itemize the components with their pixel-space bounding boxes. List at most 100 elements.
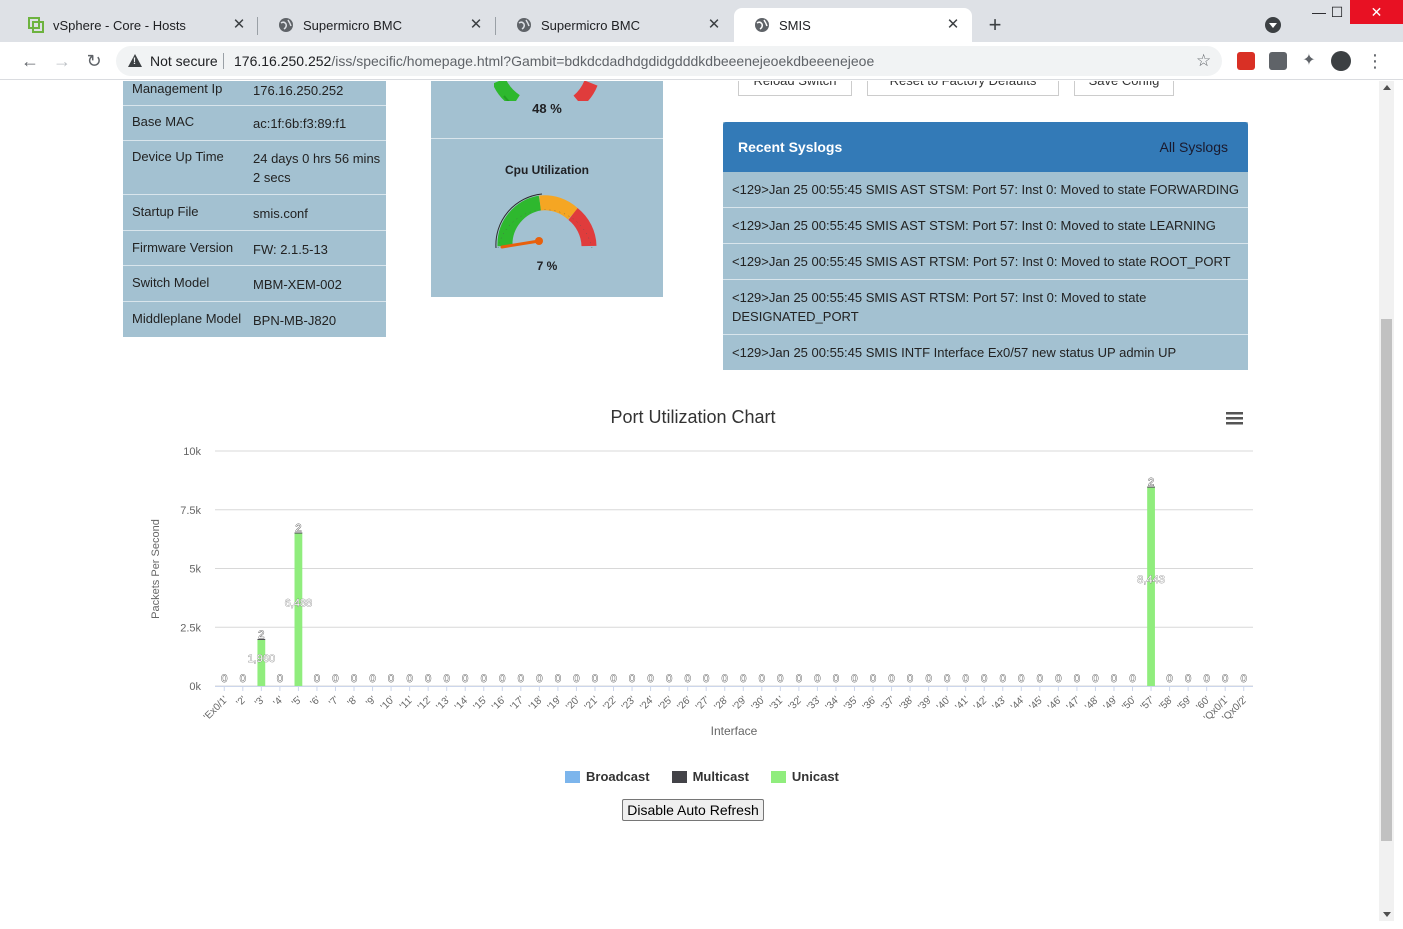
x-tick-label: '5' xyxy=(290,694,304,708)
bar-top-label: 0 xyxy=(351,673,357,685)
browser-toolbar: ← → ↻ Not secure 176.16.250.252/iss/spec… xyxy=(0,42,1403,80)
gauge-divider xyxy=(431,138,663,139)
x-tick-label: '8' xyxy=(346,694,360,708)
reload-switch-button[interactable]: Reload Switch xyxy=(738,81,852,96)
info-value: FW: 2.1.5-13 xyxy=(253,242,328,257)
chart-menu-icon[interactable] xyxy=(1226,412,1243,425)
bar-top-label: 0 xyxy=(425,673,431,685)
url-text[interactable]: 176.16.250.252/iss/specific/homepage.htm… xyxy=(234,53,874,69)
x-tick-label: '39' xyxy=(916,694,934,712)
info-row: Startup File smis.conf xyxy=(123,195,386,231)
bar-top-label: 0 xyxy=(332,673,338,685)
x-tick-label: '3' xyxy=(253,694,267,708)
bar-unicast xyxy=(294,533,303,686)
scroll-down-icon[interactable] xyxy=(1383,912,1391,917)
reload-icon[interactable]: ↻ xyxy=(83,50,105,72)
globe-icon xyxy=(516,17,532,33)
x-tick-label: '20' xyxy=(564,694,582,712)
window-close-icon[interactable]: ✕ xyxy=(1350,0,1403,24)
bar-top-label: 0 xyxy=(1185,673,1191,685)
bar-top-label: 0 xyxy=(629,673,635,685)
bar-top-label: 0 xyxy=(518,673,524,685)
close-tab-icon[interactable]: ✕ xyxy=(467,16,485,34)
tab-smis[interactable]: SMIS ✕ xyxy=(734,8,972,42)
x-tick-label: '4' xyxy=(272,694,286,708)
close-tab-icon[interactable]: ✕ xyxy=(705,16,723,34)
x-tick-label: '29' xyxy=(731,694,749,712)
bar-top-label: 0 xyxy=(240,673,246,685)
disable-auto-refresh-button[interactable]: Disable Auto Refresh xyxy=(622,799,764,821)
x-tick-label: '11' xyxy=(398,694,416,712)
scroll-thumb[interactable] xyxy=(1381,319,1392,841)
syslog-entry: <129>Jan 25 00:55:45 SMIS AST STSM: Port… xyxy=(723,208,1248,244)
x-tick-label: '44' xyxy=(1009,694,1027,712)
bar-unicast xyxy=(1147,487,1155,686)
avatar[interactable] xyxy=(1331,51,1351,71)
bar-top-label: 0 xyxy=(1092,673,1098,685)
bar-value-label: 6,488 xyxy=(285,598,313,610)
chart-grid xyxy=(215,450,1253,691)
y-tick-label: 5k xyxy=(189,564,201,576)
x-tick-label: '24' xyxy=(638,694,656,712)
extension-icon[interactable] xyxy=(1269,52,1287,70)
bar-top-label: 0 xyxy=(1074,673,1080,685)
x-tick-label: '28' xyxy=(713,694,731,712)
address-bar[interactable]: Not secure 176.16.250.252/iss/specific/h… xyxy=(116,46,1222,76)
new-tab-button[interactable]: + xyxy=(984,14,1006,36)
bookmark-star-icon[interactable]: ☆ xyxy=(1196,51,1211,71)
legend-item-unicast[interactable]: Unicast xyxy=(770,769,839,784)
x-tick-label: '33' xyxy=(805,694,823,712)
x-tick-label: '36' xyxy=(861,694,879,712)
puzzle-icon[interactable]: ✦ xyxy=(1300,52,1318,70)
legend-item-multicast[interactable]: Multicast xyxy=(671,769,749,784)
save-config-button[interactable]: Save Config xyxy=(1074,81,1174,96)
bar-top-label: 0 xyxy=(1037,673,1043,685)
x-tick-label: '9' xyxy=(364,694,378,708)
x-tick-label: '26' xyxy=(675,694,693,712)
scroll-up-icon[interactable] xyxy=(1383,85,1391,90)
bar-top-label: 0 xyxy=(1018,673,1024,685)
x-tick-label: '31' xyxy=(768,694,786,712)
x-tick-label: '42' xyxy=(972,694,990,712)
bar-top-label: 0 xyxy=(444,673,450,685)
bar-top-label: 0 xyxy=(1222,673,1228,685)
tab-supermicro-1[interactable]: Supermicro BMC ✕ xyxy=(258,8,495,42)
cpu-percent: 7 % xyxy=(536,259,558,273)
x-tick-label: '10' xyxy=(379,694,397,712)
bar-top-label: 0 xyxy=(536,673,542,685)
legend-item-broadcast[interactable]: Broadcast xyxy=(565,769,650,784)
x-tick-label: '22' xyxy=(601,694,619,712)
page-scrollbar[interactable] xyxy=(1379,81,1394,921)
close-tab-icon[interactable]: ✕ xyxy=(944,16,962,34)
tab-supermicro-2[interactable]: Supermicro BMC ✕ xyxy=(496,8,733,42)
chart-legend: Broadcast Multicast Unicast xyxy=(565,769,861,784)
syslog-entry: <129>Jan 25 00:55:45 SMIS AST RTSM: Port… xyxy=(723,244,1248,280)
x-tick-label: '17' xyxy=(509,694,527,712)
pdf-extension-icon[interactable] xyxy=(1237,52,1255,70)
x-tick-label: '41' xyxy=(953,694,971,712)
x-tick-label: '18' xyxy=(527,694,545,712)
x-tick-label: '49' xyxy=(1102,694,1120,712)
bar-top-label: 0 xyxy=(388,673,394,685)
bar-top-label: 0 xyxy=(592,673,598,685)
close-tab-icon[interactable]: ✕ xyxy=(230,16,248,34)
info-value: 176.16.250.252 xyxy=(253,83,344,98)
reset-factory-defaults-button[interactable]: Reset to Factory Defaults xyxy=(867,81,1059,96)
all-syslogs-link[interactable]: All Syslogs xyxy=(1160,139,1228,155)
menu-dots-icon[interactable]: ⋮ xyxy=(1366,52,1384,70)
forward-icon[interactable]: → xyxy=(51,50,73,72)
bar-top-label: 0 xyxy=(740,673,746,685)
x-tick-label: '57' xyxy=(1139,694,1157,712)
y-axis-title: Packets Per Second xyxy=(150,519,162,619)
tab-search-icon[interactable] xyxy=(1265,17,1281,33)
tab-title: SMIS xyxy=(779,17,811,33)
info-key: Base MAC xyxy=(132,114,195,129)
tab-vsphere[interactable]: vSphere - Core - Hosts ✕ xyxy=(8,8,258,42)
info-value: 24 days 0 hrs 56 mins 2 secs xyxy=(253,151,381,185)
x-tick-label: '14' xyxy=(453,694,471,712)
y-tick-label: 2.5k xyxy=(180,622,201,634)
back-icon[interactable]: ← xyxy=(19,50,41,72)
bar-top-label: 0 xyxy=(888,673,894,685)
tab-title: Supermicro BMC xyxy=(303,17,402,33)
x-tick-label: '38' xyxy=(898,694,916,712)
